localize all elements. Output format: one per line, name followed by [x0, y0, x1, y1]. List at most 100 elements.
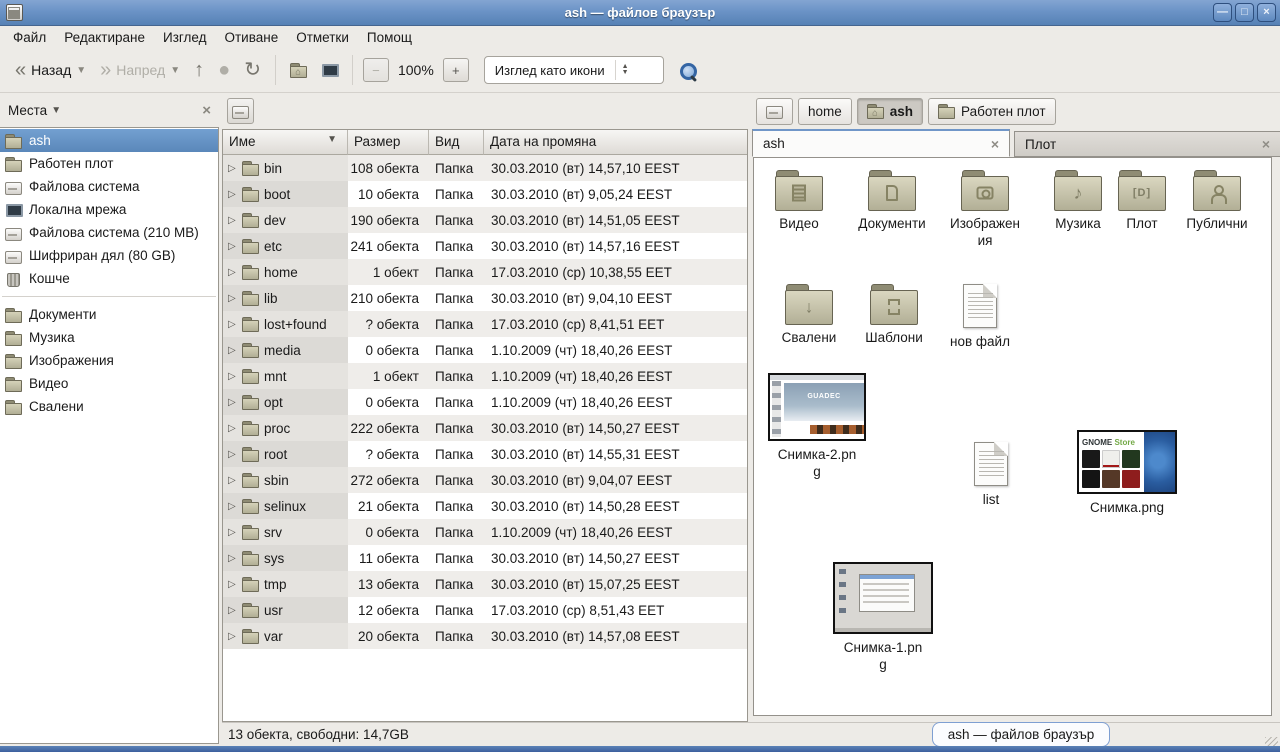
folder-item-documents[interactable]: Документи — [846, 170, 938, 233]
expander-icon[interactable]: ▷ — [228, 189, 237, 200]
reload-button[interactable]: ↻ — [237, 57, 268, 83]
computer-button[interactable] — [314, 58, 345, 82]
menu-go[interactable]: Отиване — [215, 28, 287, 47]
file-item-snimka-1[interactable]: Снимка-1.png — [830, 562, 936, 674]
forward-button[interactable]: » Напред ▼ — [93, 57, 187, 83]
table-row[interactable]: ▷ etc 241 обекта Папка 30.03.2010 (вт) 1… — [223, 233, 747, 259]
minimize-button[interactable]: — — [1213, 3, 1232, 22]
back-button[interactable]: « Назад ▼ — [8, 57, 93, 83]
expander-icon[interactable]: ▷ — [228, 267, 237, 278]
view-mode-select[interactable]: Изглед като икони ▲▼ — [484, 56, 664, 84]
expander-icon[interactable]: ▷ — [228, 527, 237, 538]
path-ash-button[interactable]: ⌂ ash — [857, 98, 923, 125]
column-header-type[interactable]: Вид — [429, 130, 484, 155]
folder-item-video[interactable]: Видео — [764, 170, 834, 233]
table-row[interactable]: ▷ media 0 обекта Папка 1.10.2009 (чт) 18… — [223, 337, 747, 363]
file-item-new-file[interactable]: нов файл — [940, 284, 1020, 351]
expander-icon[interactable]: ▷ — [228, 371, 237, 382]
file-item-snimka-2[interactable]: GUADEC Снимка-2.png — [766, 373, 868, 481]
table-row[interactable]: ▷ srv 0 обекта Папка 1.10.2009 (чт) 18,4… — [223, 519, 747, 545]
sidebar-title[interactable]: Места — [8, 103, 47, 118]
column-header-name[interactable]: Име ▼ — [223, 130, 348, 155]
table-row[interactable]: ▷ opt 0 обекта Папка 1.10.2009 (чт) 18,4… — [223, 389, 747, 415]
table-row[interactable]: ▷ var 20 обекта Папка 30.03.2010 (вт) 14… — [223, 623, 747, 649]
sidebar-folder-item[interactable]: Документи — [0, 303, 218, 326]
expander-icon[interactable]: ▷ — [228, 241, 237, 252]
table-row[interactable]: ▷ usr 12 обекта Папка 17.03.2010 (ср) 8,… — [223, 597, 747, 623]
folder-item-downloads[interactable]: ↓ Свалени — [768, 284, 850, 347]
menu-bookmarks[interactable]: Отметки — [287, 28, 358, 47]
sidebar-place-item[interactable]: Шифриран дял (80 GB) — [0, 244, 218, 267]
table-row[interactable]: ▷ root ? обекта Папка 30.03.2010 (вт) 14… — [223, 441, 747, 467]
table-row[interactable]: ▷ lost+found ? обекта Папка 17.03.2010 (… — [223, 311, 747, 337]
menu-file[interactable]: Файл — [4, 28, 55, 47]
table-row[interactable]: ▷ sbin 272 обекта Папка 30.03.2010 (вт) … — [223, 467, 747, 493]
table-row[interactable]: ▷ boot 10 обекта Папка 30.03.2010 (вт) 9… — [223, 181, 747, 207]
sidebar-place-item[interactable]: Локална мрежа — [0, 198, 218, 221]
path-home-button[interactable]: home — [798, 98, 852, 125]
tab-ash[interactable]: ash × — [752, 129, 1010, 157]
sidebar-place-item[interactable]: Файлова система — [0, 175, 218, 198]
table-row[interactable]: ▷ lib 210 обекта Папка 30.03.2010 (вт) 9… — [223, 285, 747, 311]
expander-icon[interactable]: ▷ — [228, 579, 237, 590]
folder-item-templates[interactable]: Шаблони — [852, 284, 936, 347]
up-button[interactable]: ↑ — [187, 57, 211, 83]
sidebar-close-icon[interactable]: × — [202, 102, 211, 119]
table-row[interactable]: ▷ home 1 обект Папка 17.03.2010 (ср) 10,… — [223, 259, 747, 285]
expander-icon[interactable]: ▷ — [228, 215, 237, 226]
table-row[interactable]: ▷ selinux 21 обекта Папка 30.03.2010 (вт… — [223, 493, 747, 519]
expander-icon[interactable]: ▷ — [228, 397, 237, 408]
menu-help[interactable]: Помощ — [358, 28, 421, 47]
sidebar-dropdown-icon[interactable]: ▼ — [51, 105, 61, 116]
titlebar[interactable]: ash — файлов браузър — □ × — [0, 0, 1280, 26]
menu-view[interactable]: Изглед — [154, 28, 216, 47]
path-desktop-button[interactable]: Работен плот — [928, 98, 1056, 125]
column-header-modified[interactable]: Дата на промяна — [484, 130, 747, 155]
folder-item-music[interactable]: ♪ Музика — [1042, 170, 1114, 233]
folder-item-desktop[interactable]: [D] Плот — [1112, 170, 1172, 233]
expander-icon[interactable]: ▷ — [228, 605, 237, 616]
expander-icon[interactable]: ▷ — [228, 449, 237, 460]
table-row[interactable]: ▷ dev 190 обекта Папка 30.03.2010 (вт) 1… — [223, 207, 747, 233]
forward-dropdown-icon[interactable]: ▼ — [170, 65, 180, 76]
path-root-button[interactable] — [756, 98, 793, 125]
expander-icon[interactable]: ▷ — [228, 553, 237, 564]
file-item-list[interactable]: list — [960, 442, 1022, 509]
tab-close-icon[interactable]: × — [991, 136, 999, 152]
back-dropdown-icon[interactable]: ▼ — [76, 65, 86, 76]
sidebar-place-item[interactable]: ash — [0, 129, 218, 152]
table-row[interactable]: ▷ sys 11 обекта Папка 30.03.2010 (вт) 14… — [223, 545, 747, 571]
file-item-snimka[interactable]: GNOME Store Снимка.png — [1074, 430, 1180, 517]
expander-icon[interactable]: ▷ — [228, 319, 237, 330]
close-button[interactable]: × — [1257, 3, 1276, 22]
home-button[interactable]: ⌂ — [283, 58, 314, 82]
expander-icon[interactable]: ▷ — [228, 423, 237, 434]
expander-icon[interactable]: ▷ — [228, 163, 237, 174]
sidebar-folder-item[interactable]: Изображения — [0, 349, 218, 372]
sidebar-place-item[interactable]: Работен плот — [0, 152, 218, 175]
zoom-out-button[interactable]: − — [363, 58, 389, 82]
expander-icon[interactable]: ▷ — [228, 475, 237, 486]
tab-close-icon[interactable]: × — [1262, 136, 1270, 152]
search-icon[interactable] — [680, 63, 695, 78]
sidebar-place-item[interactable]: Файлова система (210 MB) — [0, 221, 218, 244]
root-location-button[interactable] — [227, 98, 254, 124]
column-header-size[interactable]: Размер — [348, 130, 429, 155]
icon-view[interactable]: Видео Документи Изображения ♪ Музика [D]… — [753, 157, 1272, 716]
expander-icon[interactable]: ▷ — [228, 631, 237, 642]
expander-icon[interactable]: ▷ — [228, 345, 237, 356]
table-row[interactable]: ▷ tmp 13 обекта Папка 30.03.2010 (вт) 15… — [223, 571, 747, 597]
table-row[interactable]: ▷ mnt 1 обект Папка 1.10.2009 (чт) 18,40… — [223, 363, 747, 389]
expander-icon[interactable]: ▷ — [228, 501, 237, 512]
table-row[interactable]: ▷ proc 222 обекта Папка 30.03.2010 (вт) … — [223, 415, 747, 441]
folder-item-images[interactable]: Изображения — [938, 170, 1032, 250]
maximize-button[interactable]: □ — [1235, 3, 1254, 22]
stop-button[interactable]: ● — [211, 57, 237, 83]
sidebar-place-item[interactable]: Кошче — [0, 267, 218, 290]
expander-icon[interactable]: ▷ — [228, 293, 237, 304]
tab-plot[interactable]: Плот × — [1014, 131, 1280, 157]
sidebar-folder-item[interactable]: Свалени — [0, 395, 218, 418]
sidebar-folder-item[interactable]: Видео — [0, 372, 218, 395]
menu-edit[interactable]: Редактиране — [55, 28, 154, 47]
folder-item-public[interactable]: Публични — [1172, 170, 1262, 233]
